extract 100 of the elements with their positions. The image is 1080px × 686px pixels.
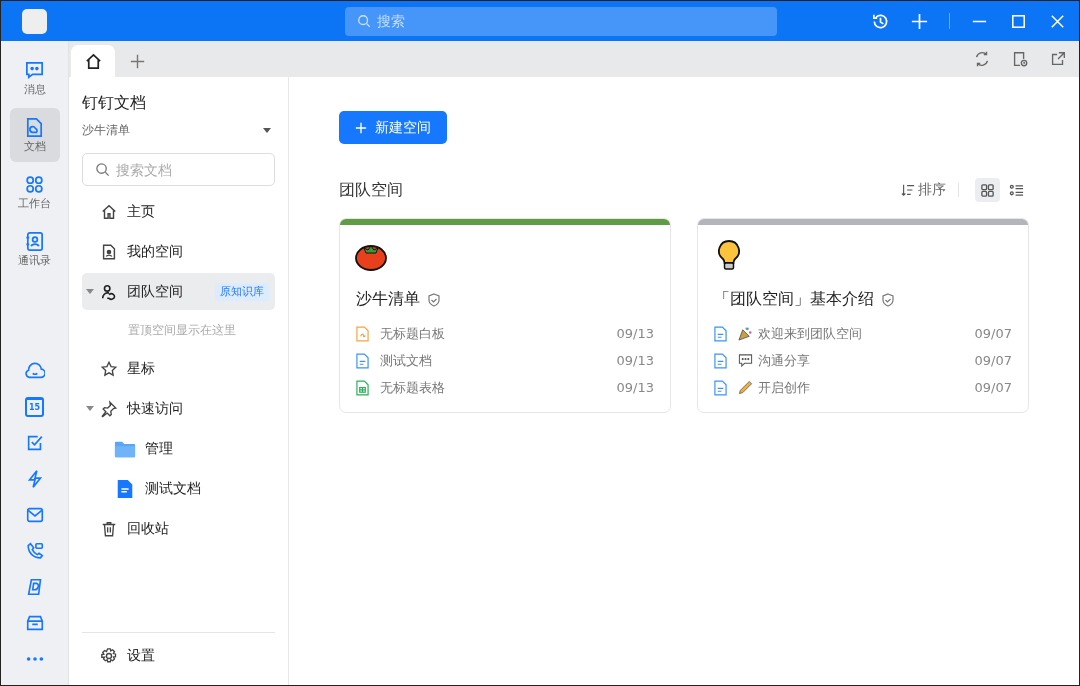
rail-item[interactable]: 通讯录 [9,222,60,276]
file-date: 09/13 [616,353,654,368]
sync-icon[interactable] [973,50,991,68]
nav-label: 设置 [127,646,155,665]
space-card[interactable]: 「团队空间」基本介绍 欢迎来到团队空间 09/07 沟通分享 09/07 开启创作 09/07 [697,218,1029,413]
file-name: 无标题表格 [380,378,445,397]
file-row[interactable]: 无标题表格 09/13 [354,374,654,401]
document-file-icon [714,379,727,396]
nav-item[interactable]: 管理 [82,430,275,467]
party-popper-icon [738,326,753,341]
settings-item[interactable]: 设置 [82,637,275,674]
nav-label: 星标 [127,359,155,378]
phone-icon [24,541,45,561]
space-card[interactable]: 沙牛清单 无标题白板 09/13 测试文档 09/13 无标题表格 09/13 [339,218,671,413]
file-date: 09/13 [616,380,654,395]
grid-view-button[interactable] [975,178,1000,202]
pencil-icon [738,380,753,395]
file-row[interactable]: 测试文档 09/13 [354,347,654,374]
search-field[interactable]: 搜索文档 [82,153,275,186]
history-icon[interactable] [871,11,890,31]
home-icon [83,51,103,71]
nav-item[interactable]: 我的空间 [82,233,275,270]
caret-icon[interactable] [86,289,94,294]
nav-label: 我的空间 [127,242,183,261]
rail-label: 通讯录 [18,253,51,268]
hint-text: 置顶空间显示在这里 [127,321,237,339]
nav-label: 测试文档 [145,479,201,498]
file-name: 开启创作 [758,378,810,397]
rail-item[interactable]: 文档 [9,108,60,162]
pin-icon [100,399,118,418]
file-date: 09/07 [974,326,1012,341]
nav-item[interactable]: 主页 [82,193,275,230]
file-date: 09/07 [974,353,1012,368]
nav-item[interactable]: 星标 [82,350,275,387]
sidebar-title: 钉钉文档 [82,93,147,114]
cloud-face-icon [24,361,45,381]
file-row[interactable]: 开启创作 09/07 [712,374,1012,401]
settings-icon [100,646,118,665]
grid-apps-icon [24,173,45,195]
calendar-icon[interactable]: 15 [25,397,44,417]
new-space-button[interactable]: 新建空间 [339,111,447,144]
home-icon [100,202,118,221]
more-icon[interactable] [24,656,45,662]
star-icon [100,359,118,378]
nav-label: 管理 [145,439,173,458]
nav-label: 回收站 [127,519,169,538]
document-icon [24,116,45,138]
nav-item[interactable]: 回收站 [82,510,275,547]
archive-box-icon [24,613,45,633]
file-name: 测试文档 [380,351,432,370]
sort-icon [901,183,915,197]
spreadsheet-file-icon [356,379,369,396]
document-clock-icon[interactable] [1011,50,1029,68]
search-icon [95,162,110,177]
document-file-icon [714,352,727,369]
tag: 原知识库 [215,282,269,301]
team-icon [100,282,118,301]
contact-book-icon [24,230,45,252]
file-row[interactable]: 欢迎来到团队空间 09/07 [712,320,1012,347]
file-date: 09/07 [974,380,1012,395]
shield-check-icon [881,292,895,307]
nav-label: 快速访问 [127,399,183,418]
whiteboard-file-icon [356,325,369,342]
sort-button[interactable]: 排序 [901,181,946,199]
list-icon [1009,182,1024,198]
rail-label: 消息 [23,82,46,97]
caret-icon[interactable] [86,406,94,411]
caret-icon [263,128,271,133]
user-document-icon [100,242,118,261]
rail-label: 文档 [23,139,46,154]
grid-icon [980,182,995,198]
nav-item[interactable]: 快速访问 [82,390,275,427]
document-file-icon [356,352,369,369]
nav-label: 团队空间 [127,282,183,301]
file-name: 无标题白板 [380,324,445,343]
workspace-selector[interactable]: 沙牛清单 [82,122,275,139]
speech-bubble-icon [738,353,753,368]
tab[interactable] [71,45,115,77]
search-field[interactable]: 搜索 [345,6,777,36]
nav-label: 主页 [127,202,155,221]
file-name: 欢迎来到团队空间 [758,324,862,343]
file-row[interactable]: 沟通分享 09/07 [712,347,1012,374]
space-title: 沙牛清单 [356,289,420,310]
rail-item[interactable]: 消息 [9,51,60,105]
chat-bubble-icon [24,59,45,81]
search-icon [357,13,371,28]
file-name: 沟通分享 [758,351,810,370]
add-icon[interactable] [910,11,929,31]
nav-item[interactable]: 测试文档 [82,470,275,507]
file-date: 09/13 [616,326,654,341]
nav-item[interactable]: 团队空间 原知识库 [82,273,275,310]
rail-item[interactable]: 工作台 [9,165,60,219]
section-title: 团队空间 [339,179,403,201]
mail-icon [24,505,45,525]
file-row[interactable]: 无标题白板 09/13 [354,320,654,347]
space-title: 「团队空间」基本介绍 [714,289,874,310]
rail-label: 工作台 [18,196,51,211]
external-link-icon[interactable] [1049,50,1067,68]
add-icon [355,121,367,134]
avatar-placeholder[interactable] [22,8,47,34]
